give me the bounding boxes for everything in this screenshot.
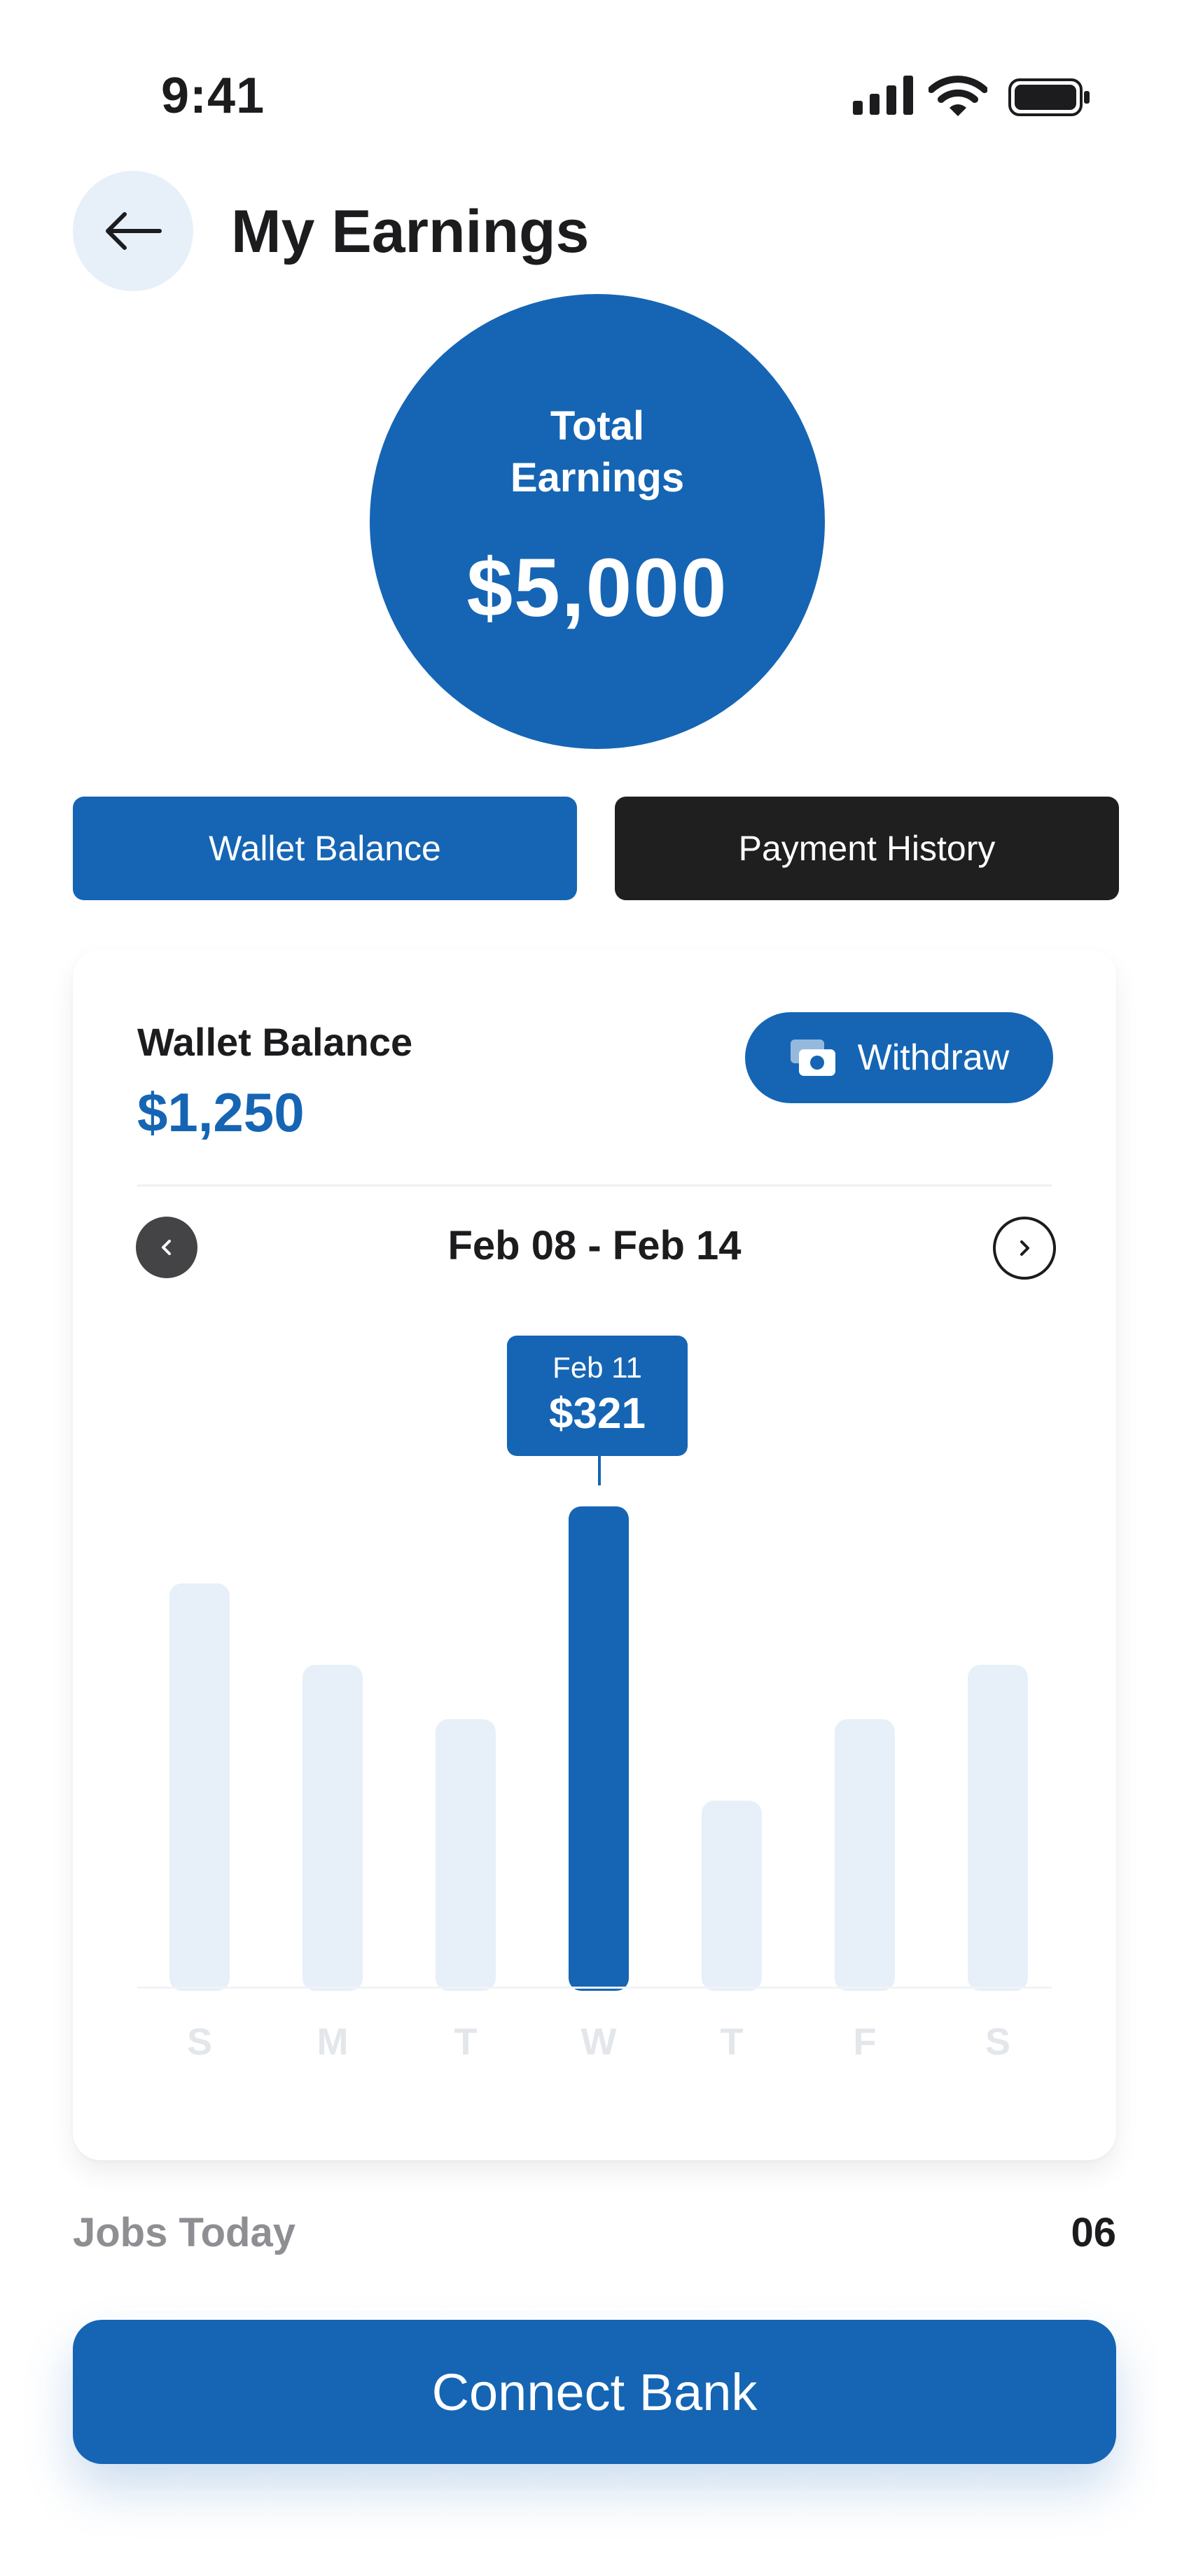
battery-icon [1008,78,1090,116]
day-label-6: S [985,2021,1011,2063]
chart-tooltip: Feb 11 $321 [507,1336,688,1456]
status-time: 9:41 [161,68,265,124]
status-icons [853,76,1091,120]
total-earnings-label-line1: Total [550,403,645,449]
jobs-today-value: 06 [1071,2210,1116,2255]
chart-baseline [137,1987,1052,1989]
total-earnings-label-line2: Earnings [510,455,685,500]
chart-bar-0[interactable] [169,1583,230,1991]
day-label-5: F [853,2021,877,2063]
earnings-screen: 9:41 My Earnings Total Earnings $5,000 W… [0,0,1189,2576]
chart-bar-3[interactable] [569,1506,629,1991]
arrow-left-icon [106,212,162,250]
page-title: My Earnings [231,198,590,265]
tooltip-value: $321 [549,1390,646,1438]
tooltip-date: Feb 11 [552,1351,642,1384]
day-label-4: T [720,2021,744,2063]
chart-bar-5[interactable] [835,1718,895,1991]
jobs-today-label: Jobs Today [73,2210,295,2255]
total-earnings-label: Total Earnings [370,400,825,504]
chart-bar-1[interactable] [303,1665,363,1991]
total-earnings-circle: Total Earnings $5,000 [370,294,825,749]
day-label-3: W [580,2021,617,2063]
tab-wallet-balance[interactable]: Wallet Balance [73,797,577,900]
earnings-bar-chart [169,1506,1028,1991]
tooltip-stem [598,1456,601,1485]
total-earnings-value: $5,000 [466,542,728,634]
day-label-2: T [454,2021,478,2063]
chart-bar-4[interactable] [702,1800,762,1991]
day-label-1: M [317,2021,349,2063]
cellular-signal-icon [853,76,913,115]
tab-payment-history[interactable]: Payment History [615,797,1119,900]
connect-bank-button[interactable]: Connect Bank [73,2320,1116,2464]
back-button[interactable] [73,171,193,291]
chart-bar-6[interactable] [968,1665,1028,1991]
chart-bar-2[interactable] [436,1718,496,1991]
wifi-icon [929,76,987,116]
day-label-0: S [186,2021,213,2063]
wallet-card: Wallet Balance $1,250 Withdraw Feb 08 - … [73,949,1116,2160]
